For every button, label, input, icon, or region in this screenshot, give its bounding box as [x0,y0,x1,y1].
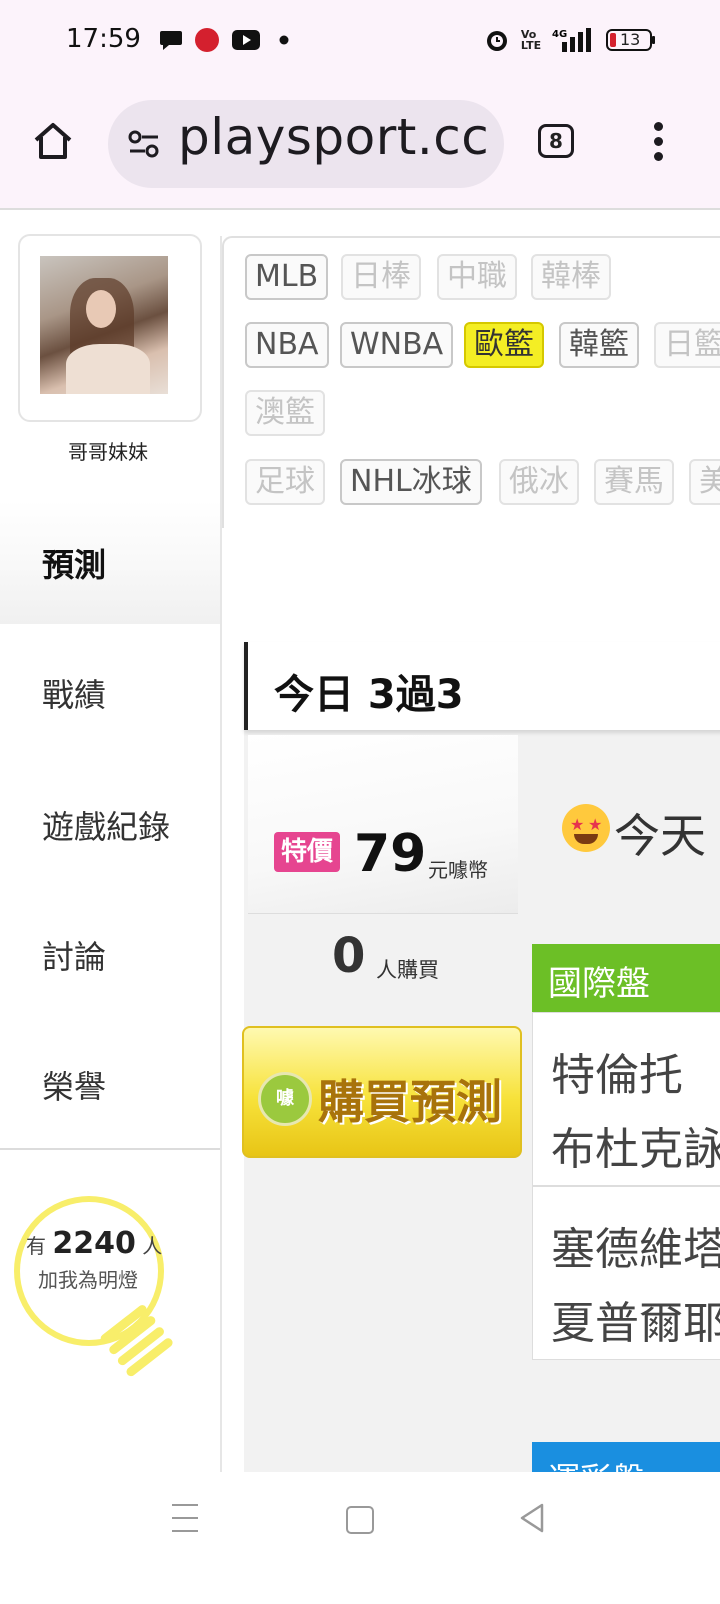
team-away: 布杜克詠 [551,1124,720,1175]
tag-korea-basketball[interactable]: 韓籃 [559,322,639,368]
fans-count-line: 有 2240 人 [26,1226,162,1261]
price-value: 79 [354,824,427,884]
nav-item-label: 遊戲紀錄 [42,808,171,846]
today-record: 今日 3過3 [274,672,464,718]
tag-japan-basketball[interactable]: 日籃 [654,322,720,368]
nav-item-discussion[interactable]: 討論 [0,886,222,1020]
coin-icon: 噱 [258,1072,312,1126]
buyers-label: 人購買 [376,958,439,982]
special-price-badge: 特價 [274,832,340,872]
more-notifications-dot-icon [278,28,290,52]
team-away: 夏普爾耶 [551,1298,720,1349]
fans-suffix: 人 [142,1234,163,1258]
nav-item-label: 戰績 [42,676,107,714]
status-bar: 17:59 Vo LTE 4G 13 [0,0,720,80]
url-bar: playsport.cc 8 [0,98,720,188]
intl-odds-label: 國際盤 [548,964,650,1004]
url-text: playsport.cc [178,108,490,166]
price-unit: 元噱幣 [428,858,488,882]
tag-mlb[interactable]: MLB [245,254,329,300]
home-icon[interactable] [30,118,76,164]
nav-item-prediction[interactable]: 預測 [42,540,106,586]
tab-count-button[interactable]: 8 [538,124,574,158]
nav-item-record[interactable]: 戰績 [0,624,222,758]
chat-icon [158,28,184,52]
username[interactable]: 哥哥妹妹 [18,436,198,465]
star-struck-emoji-icon: ★ ★ [562,804,610,852]
intl-odds-header[interactable]: 國際盤 [532,944,720,1012]
youtube-icon [232,28,260,52]
team-home: 塞德維塔 [551,1224,720,1275]
tag-wnba[interactable]: WNBA [340,322,454,368]
nav-prediction-bg [0,500,222,626]
tag-nhl[interactable]: NHL冰球 [340,459,482,505]
app-notification-icon [194,28,220,52]
promo-text: 今天 [614,809,706,863]
back-icon[interactable] [518,1502,546,1534]
tag-more[interactable]: 美 [689,459,720,505]
volte-icon: Vo LTE [520,28,542,52]
tag-euro-basketball[interactable]: 歐籃 [464,322,544,368]
site-settings-icon[interactable] [126,126,162,162]
nav-item-label: 討論 [42,938,107,976]
today-record-header: 今日 3過3 [244,642,720,730]
avatar-card[interactable] [18,234,202,422]
browser-menu-icon[interactable] [650,122,666,162]
tag-horse-racing[interactable]: 賽馬 [594,459,674,505]
buy-prediction-button[interactable]: 噱 購買預測 [242,1026,522,1158]
fans-prefix: 有 [26,1234,46,1258]
status-time: 17:59 [66,24,141,54]
address-field[interactable]: playsport.cc [108,100,504,188]
alarm-icon [484,28,510,52]
buyers-count: 0 [332,928,366,984]
chrome-divider [0,208,720,210]
tag-aus-basketball[interactable]: 澳籃 [245,390,325,436]
recent-apps-icon[interactable] [172,1504,198,1543]
team-home: 特倫托 [551,1050,683,1101]
tag-cpbl[interactable]: 中職 [437,254,517,300]
avatar [40,256,168,394]
system-nav-bar [0,1472,720,1604]
tag-soccer[interactable]: 足球 [245,459,325,505]
tag-npb[interactable]: 日棒 [341,254,421,300]
buy-prediction-label: 購買預測 [318,1075,502,1129]
nav-item-game-log[interactable]: 遊戲紀錄 [0,756,222,890]
battery-level: 13 [620,30,641,49]
signal-icon: 4G [552,28,596,52]
browser-chrome: 17:59 Vo LTE 4G 13 playsport.cc 8 [0,0,720,210]
lottery-odds-header[interactable]: 運彩盤 [532,1442,720,1472]
nav-item-honor[interactable]: 榮譽 [0,1016,222,1150]
tag-kbo[interactable]: 韓棒 [531,254,611,300]
tag-khl[interactable]: 俄冰 [499,459,579,505]
match-row[interactable]: 特倫托 布杜克詠 [532,1012,720,1186]
follow-label: 加我為明燈 [38,1268,138,1292]
lottery-odds-label: 運彩盤 [548,1454,644,1472]
home-button-icon[interactable] [346,1506,374,1534]
nav-item-label: 榮譽 [42,1068,107,1106]
fans-count: 2240 [52,1226,136,1261]
tag-nba[interactable]: NBA [245,322,329,368]
match-row[interactable]: 塞德維塔 夏普爾耶 [532,1186,720,1360]
svg-text:4G: 4G [552,29,567,40]
